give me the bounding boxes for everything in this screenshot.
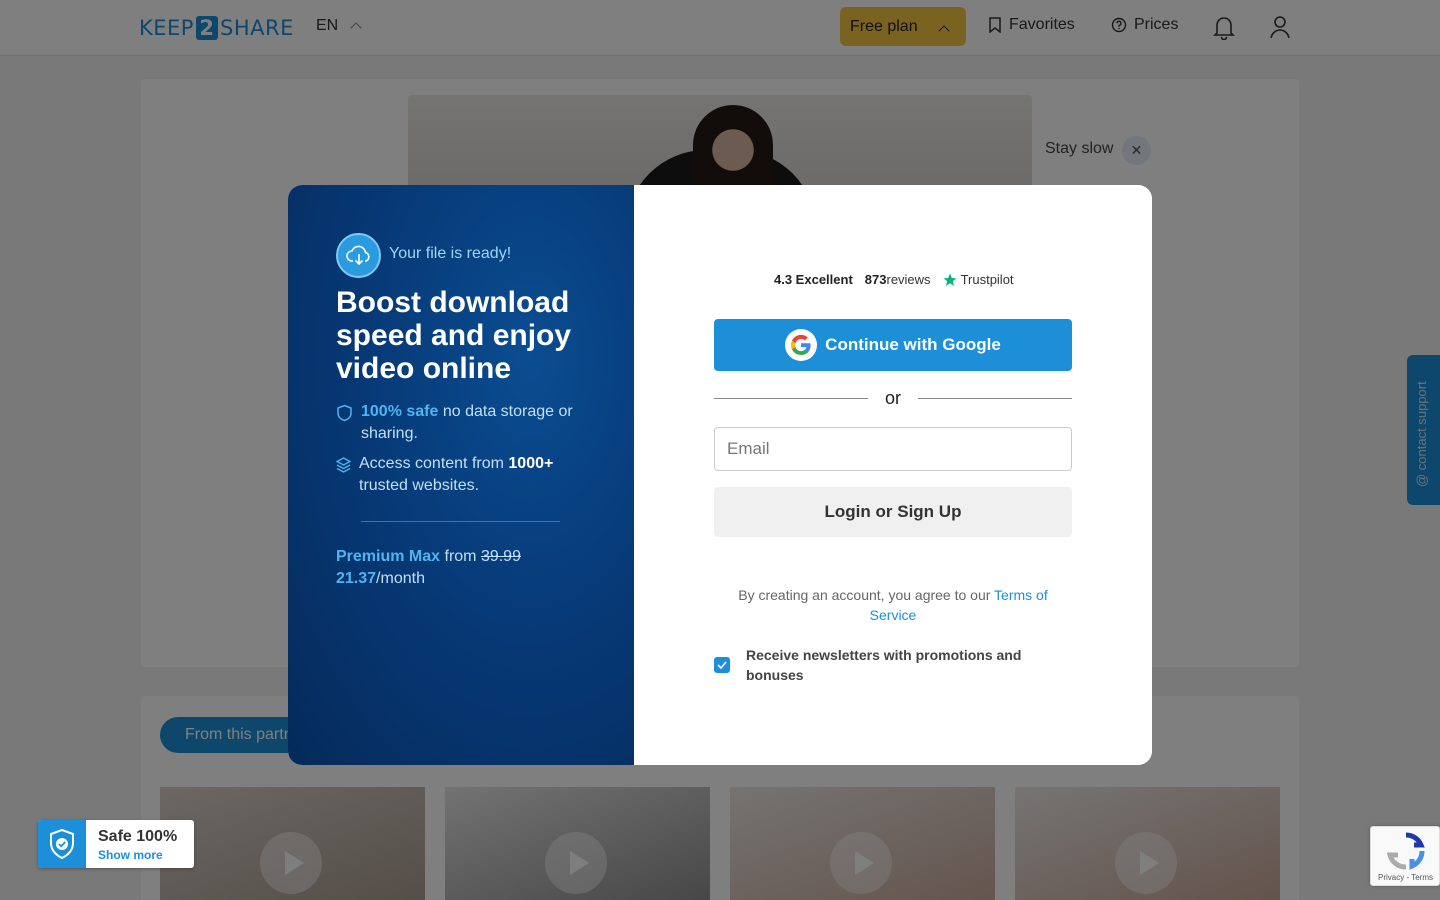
google-button-label: Continue with Google bbox=[825, 335, 1001, 354]
premium-old-price: 39.99 bbox=[480, 548, 521, 565]
newsletter-option[interactable]: Receive newsletters with promotions and … bbox=[714, 645, 1072, 685]
feature-safe-text: 100% safe no data storage or sharing. bbox=[361, 401, 591, 445]
divider-line bbox=[918, 398, 1072, 399]
recaptcha-badge[interactable]: Privacy - Terms bbox=[1370, 826, 1440, 886]
feature-access-text: Access content from 1000+ trusted websit… bbox=[359, 453, 589, 497]
google-icon bbox=[785, 329, 818, 361]
file-ready-text: Your file is ready! bbox=[389, 245, 512, 262]
terms-notice: By creating an account, you agree to our… bbox=[714, 585, 1072, 625]
trust-reviews: reviews bbox=[886, 272, 931, 287]
premium-name: Premium Max bbox=[336, 548, 441, 565]
recaptcha-privacy[interactable]: Privacy bbox=[1378, 873, 1404, 882]
login-signup-button[interactable]: Login or Sign Up bbox=[714, 487, 1072, 537]
feature-access-strong: 1000+ bbox=[508, 455, 554, 472]
trust-brand: Trustpilot bbox=[960, 272, 1014, 287]
premium-period: /month bbox=[376, 570, 425, 587]
premium-from: from bbox=[440, 548, 481, 565]
feature-access: Access content from 1000+ trusted websit… bbox=[336, 453, 589, 497]
trust-score: 4.3 Excellent bbox=[774, 272, 853, 287]
feature-access-pre: Access content from bbox=[359, 455, 509, 472]
safe-badge[interactable]: Safe 100% Show more bbox=[38, 820, 194, 868]
trust-count: 873 bbox=[864, 272, 887, 287]
or-divider: or bbox=[714, 388, 1072, 410]
continue-with-google-button[interactable]: Continue with Google bbox=[714, 319, 1072, 371]
terms-pre: By creating an account, you agree to our bbox=[738, 587, 995, 603]
promo-headline: Boost download speed and enjoy video onl… bbox=[336, 286, 572, 385]
newsletter-checkbox[interactable] bbox=[714, 657, 730, 673]
recaptcha-links: Privacy - Terms bbox=[1378, 873, 1433, 882]
feature-safe: 100% safe no data storage or sharing. bbox=[336, 401, 591, 445]
layers-icon bbox=[336, 457, 351, 473]
signup-modal: Your file is ready! Boost download speed… bbox=[288, 185, 1152, 765]
email-field[interactable] bbox=[714, 427, 1072, 471]
show-more-link[interactable]: Show more bbox=[98, 848, 163, 862]
promo-panel: Your file is ready! Boost download speed… bbox=[288, 185, 634, 765]
premium-offer: Premium Max from 39.99 21.37/month bbox=[336, 546, 596, 590]
newsletter-label: Receive newsletters with promotions and … bbox=[746, 647, 1022, 683]
trustpilot-star-icon bbox=[943, 273, 957, 286]
promo-divider bbox=[361, 521, 560, 522]
cloud-download-icon bbox=[336, 233, 381, 278]
check-icon bbox=[717, 661, 727, 669]
premium-new-price: 21.37 bbox=[336, 570, 377, 587]
shield-check-icon bbox=[38, 820, 86, 868]
auth-panel: 4.3 Excellent 873reviews Trustpilot Cont… bbox=[634, 185, 1152, 765]
feature-access-rest: trusted websites. bbox=[359, 477, 480, 494]
trustpilot-rating[interactable]: 4.3 Excellent 873reviews Trustpilot bbox=[774, 272, 1014, 287]
recaptcha-terms[interactable]: Terms bbox=[1411, 873, 1433, 882]
recaptcha-icon bbox=[1386, 832, 1425, 870]
feature-safe-strong: 100% safe bbox=[361, 403, 439, 420]
safe-badge-title: Safe 100% bbox=[98, 828, 178, 845]
shield-icon bbox=[337, 404, 352, 422]
